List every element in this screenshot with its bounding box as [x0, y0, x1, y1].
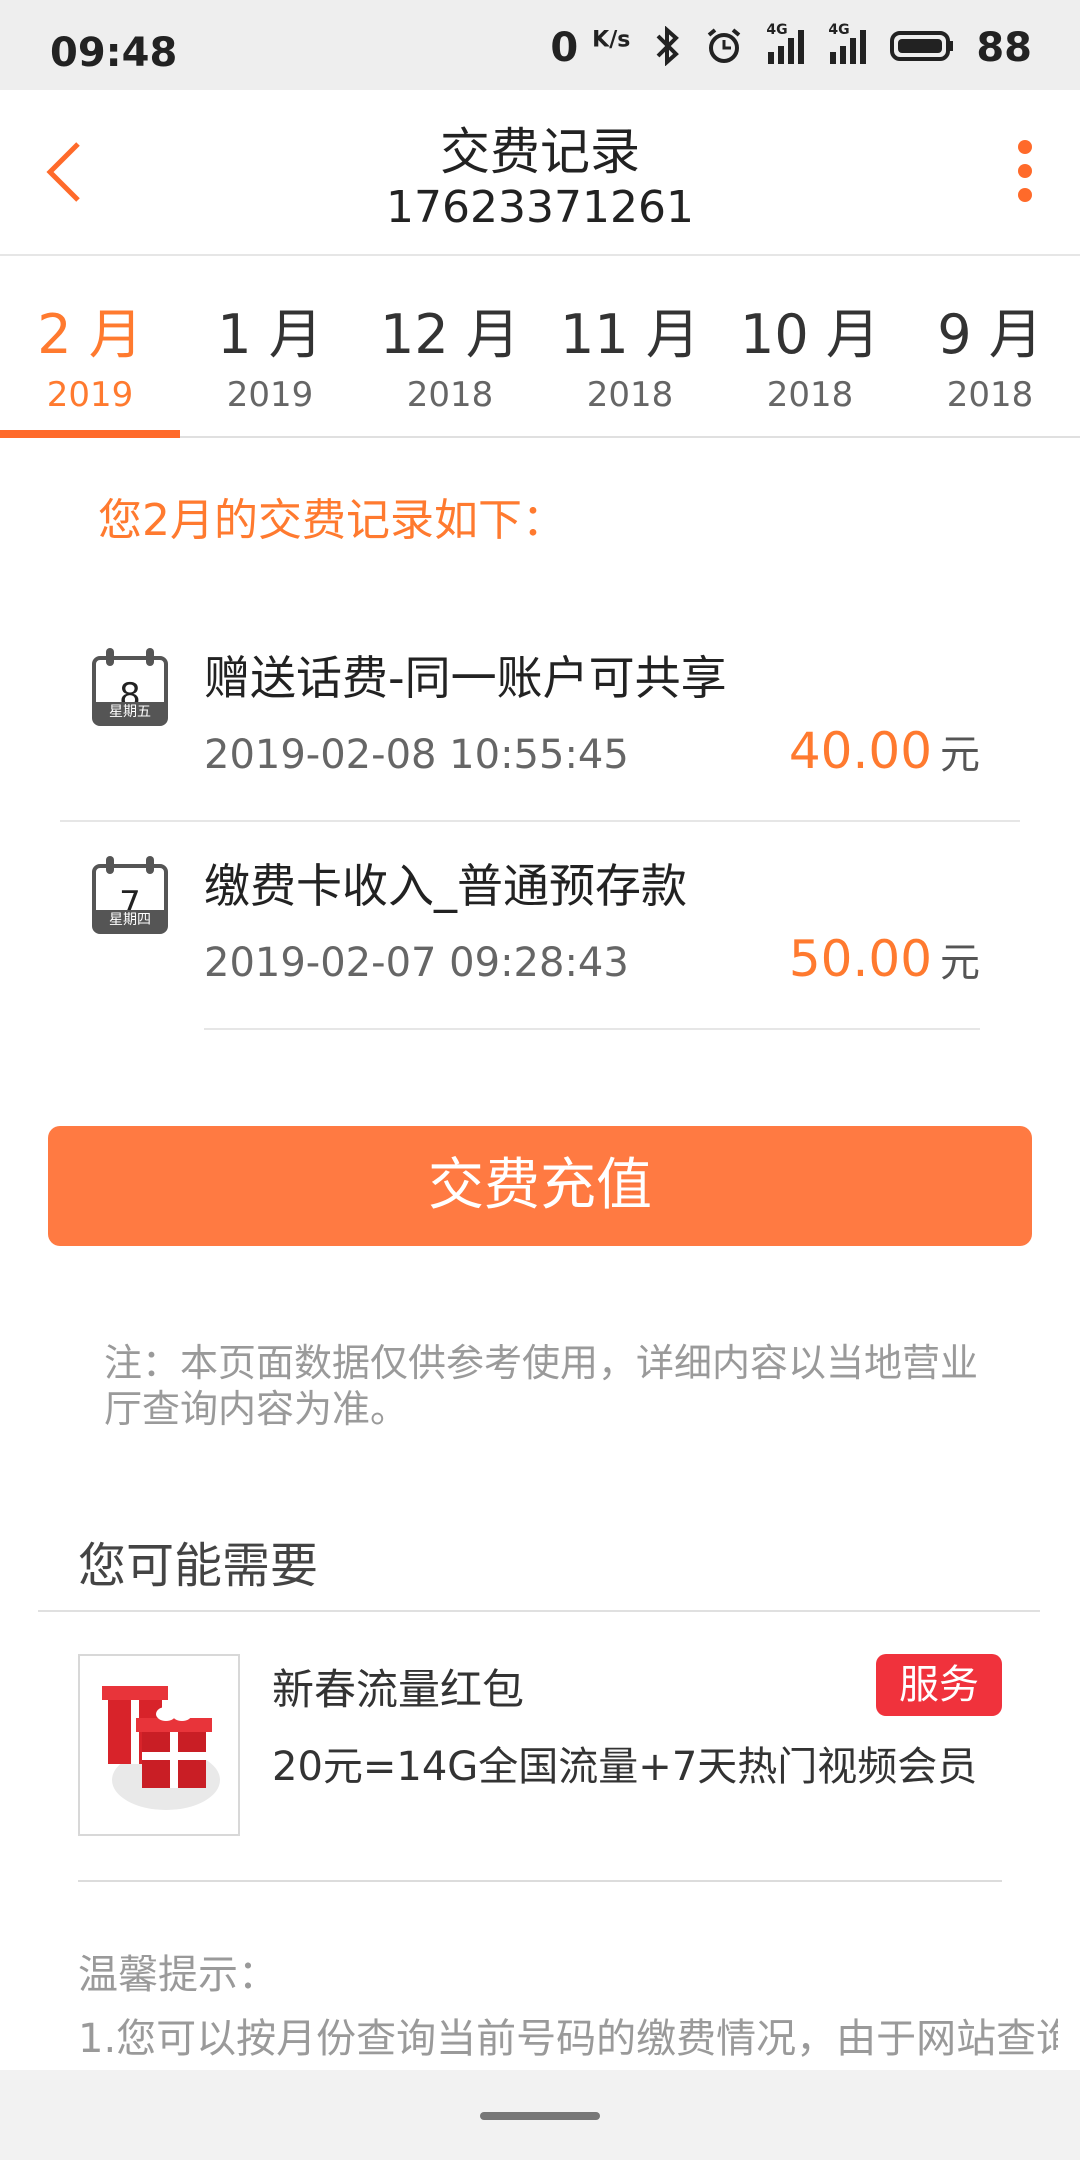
tab-year-label: 2019	[46, 375, 134, 415]
gift-box-image[interactable]	[78, 1654, 240, 1836]
record-name: 缴费卡收入_普通预存款	[204, 859, 687, 913]
you-may-need-heading: 您可能需要	[78, 1538, 319, 1594]
tab-year-label: 2018	[766, 375, 854, 415]
tab-month-label: 10 月	[740, 303, 880, 366]
more-dots-icon	[1018, 140, 1032, 154]
gift-icon	[102, 1686, 220, 1810]
tab-month-1[interactable]: 1 月 2019	[180, 256, 360, 436]
tab-year-label: 2019	[226, 375, 314, 415]
page-title: 交费记录	[440, 123, 640, 181]
more-options-button[interactable]	[1018, 140, 1036, 212]
bluetooth-icon	[652, 25, 682, 70]
tab-month-5[interactable]: 9 月 2018	[900, 256, 1080, 436]
divider	[38, 1610, 1040, 1612]
battery-level: 88	[976, 25, 1032, 71]
tab-month-label: 11 月	[560, 303, 700, 366]
divider	[204, 1028, 980, 1030]
calendar-icon: 7 星期四	[92, 856, 168, 934]
calendar-icon: 8 星期五	[92, 648, 168, 726]
month-tabs: 2 月 2019 1 月 2019 12 月 2018 11 月 2018 10…	[0, 256, 1080, 438]
record-time: 2019-02-07 09:28:43	[204, 940, 629, 986]
tab-month-3[interactable]: 11 月 2018	[540, 256, 720, 436]
divider	[60, 820, 1020, 822]
network-speed: 0 K/s	[550, 25, 631, 71]
divider	[78, 1880, 1002, 1882]
record-item[interactable]: 7 星期四 缴费卡收入_普通预存款 2019-02-07 09:28:43 50…	[60, 824, 1020, 1030]
record-time: 2019-02-08 10:55:45	[204, 732, 629, 778]
battery-icon	[890, 29, 954, 67]
promo-description: 20元=14G全国流量+7天热门视频会员	[272, 1744, 978, 1790]
calendar-weekday: 星期四	[96, 910, 164, 930]
phone-number: 17623371261	[386, 182, 694, 233]
status-icons: 0 K/s 4G 4G 88	[550, 22, 1032, 72]
tips-title: 温馨提示：	[78, 1952, 278, 1998]
tips-text: 1.您可以按月份查询当前号码的缴费情况，由于网站查询	[78, 2016, 1058, 2062]
alarm-icon	[704, 26, 744, 70]
signal-icon-2: 4G	[828, 22, 868, 70]
records-heading: 您2月的交费记录如下：	[98, 495, 566, 546]
signal-icon-1: 4G	[766, 22, 806, 70]
gesture-bar	[0, 2070, 1080, 2160]
record-amount: 50.00 元	[788, 930, 980, 988]
tab-month-0[interactable]: 2 月 2019	[0, 256, 180, 438]
record-name: 赠送话费-同一账户可共享	[204, 651, 727, 705]
tab-month-label: 1 月	[217, 303, 323, 366]
tab-year-label: 2018	[406, 375, 494, 415]
calendar-weekday: 星期五	[96, 702, 164, 722]
tab-month-2[interactable]: 12 月 2018	[360, 256, 540, 436]
pay-recharge-button[interactable]: 交费充值	[48, 1126, 1032, 1246]
record-amount: 40.00 元	[788, 722, 980, 780]
status-bar: 09:48 0 K/s 4G 4G 88	[0, 0, 1080, 90]
record-item[interactable]: 8 星期五 赠送话费-同一账户可共享 2019-02-08 10:55:45 4…	[60, 616, 1020, 822]
tab-month-4[interactable]: 10 月 2018	[720, 256, 900, 436]
tab-month-label: 12 月	[380, 303, 520, 366]
tab-month-label: 2 月	[37, 303, 143, 366]
service-badge: 服务	[876, 1654, 1002, 1716]
tab-year-label: 2018	[586, 375, 674, 415]
tab-year-label: 2018	[946, 375, 1034, 415]
promo-title[interactable]: 新春流量红包	[272, 1656, 524, 1717]
status-time: 09:48	[50, 30, 178, 76]
home-handle[interactable]	[480, 2112, 600, 2120]
app-header: 交费记录 17623371261	[0, 90, 1080, 256]
disclaimer-note: 注：本页面数据仅供参考使用，详细内容以当地营业厅查询内容为准。	[104, 1341, 979, 1431]
tab-month-label: 9 月	[937, 303, 1043, 366]
